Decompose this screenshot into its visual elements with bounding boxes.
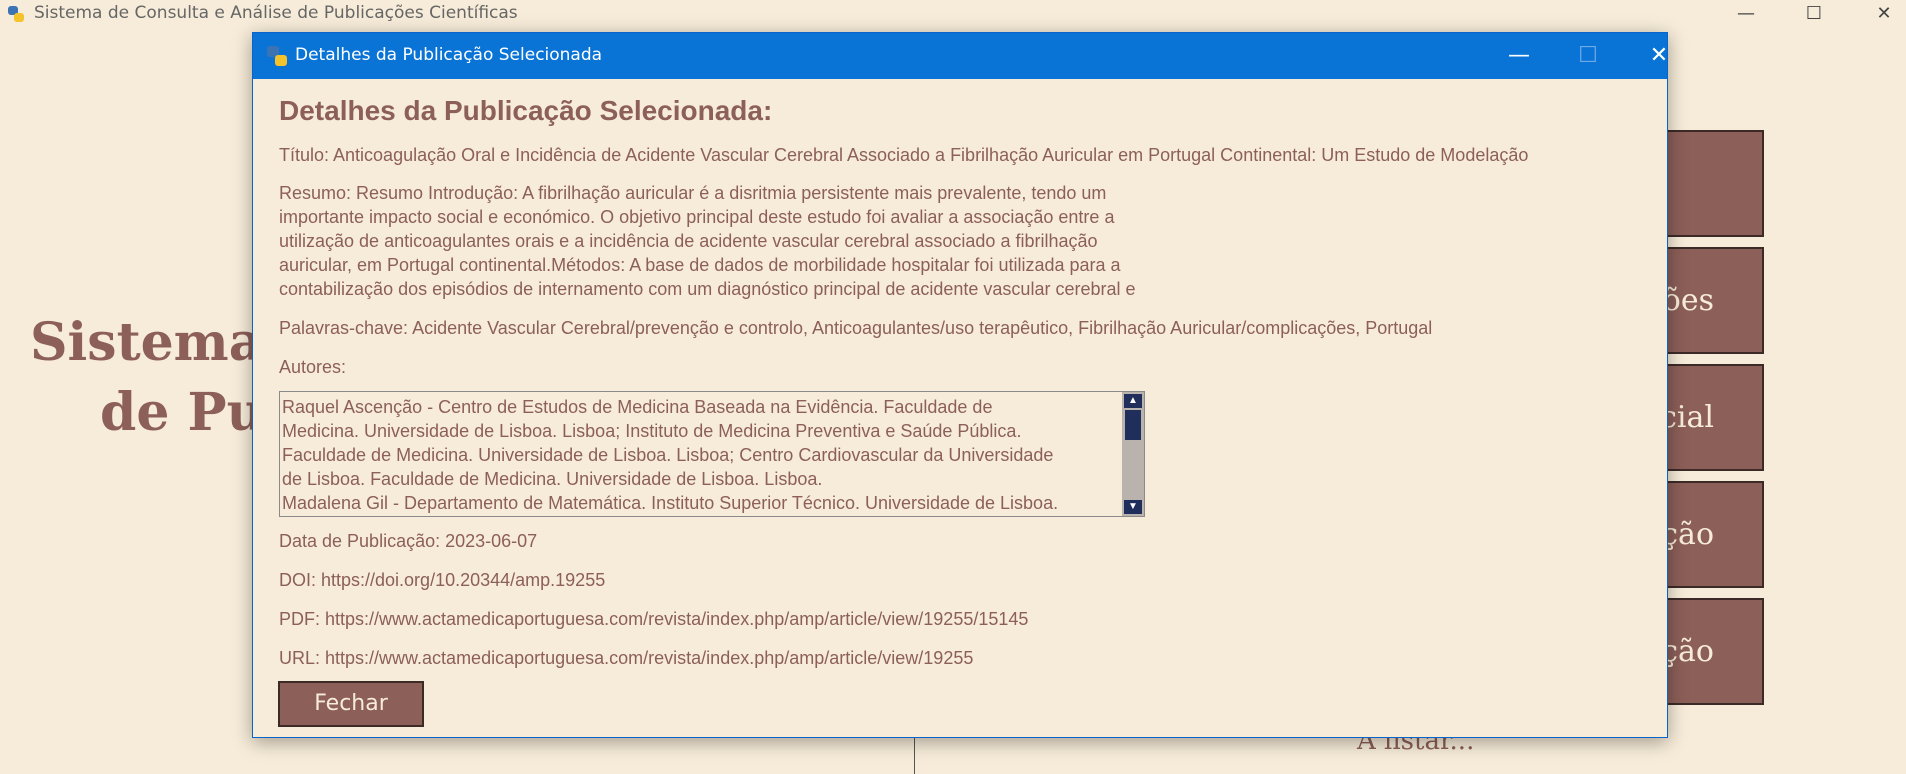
- dialog-titlebar: Detalhes da Publicação Selecionada — ☐ ✕: [253, 33, 1668, 79]
- authors-text: Raquel Ascenção - Centro de Estudos de M…: [282, 397, 1059, 513]
- main-titlebar: Sistema de Consulta e Análise de Publica…: [0, 0, 1906, 28]
- publication-doi: DOI: https://doi.org/10.20344/amp.19255: [279, 570, 606, 590]
- publication-abstract: Resumo: Resumo Introdução: A fibrilhação…: [279, 183, 1136, 299]
- maximize-button[interactable]: ☐: [1794, 2, 1834, 26]
- publication-details-dialog: Detalhes da Publicação Selecionada — ☐ ✕…: [252, 32, 1668, 738]
- publication-url: URL: https://www.actamedicaportuguesa.co…: [279, 648, 974, 668]
- authors-textbox[interactable]: Raquel Ascenção - Centro de Estudos de M…: [279, 391, 1145, 517]
- close-button[interactable]: ✕: [1864, 2, 1904, 26]
- details-heading: Detalhes da Publicação Selecionada:: [279, 95, 773, 126]
- publication-date: Data de Publicação: 2023-06-07: [279, 531, 538, 551]
- divider: [914, 734, 915, 774]
- scroll-thumb[interactable]: [1125, 410, 1141, 440]
- authors-label: Autores:: [279, 357, 347, 377]
- publication-title: Título: Anticoagulação Oral e Incidência…: [279, 145, 1529, 165]
- authors-scrollbar[interactable]: ▲ ▼: [1122, 392, 1144, 516]
- python-icon: [8, 6, 24, 22]
- fechar-button[interactable]: Fechar: [278, 681, 424, 727]
- scroll-down-icon[interactable]: ▼: [1124, 500, 1142, 514]
- dialog-title: Detalhes da Publicação Selecionada: [295, 45, 603, 65]
- publication-pdf: PDF: https://www.actamedicaportuguesa.co…: [279, 609, 1029, 629]
- minimize-button[interactable]: —: [1726, 2, 1766, 26]
- dialog-minimize-button[interactable]: —: [1493, 33, 1545, 79]
- python-icon: [267, 46, 287, 66]
- scroll-up-icon[interactable]: ▲: [1124, 394, 1142, 408]
- dialog-maximize-button: ☐: [1578, 43, 1598, 68]
- dialog-close-button[interactable]: ✕: [1633, 33, 1685, 79]
- main-window-title: Sistema de Consulta e Análise de Publica…: [34, 3, 518, 23]
- publication-keywords: Palavras-chave: Acidente Vascular Cerebr…: [279, 318, 1433, 338]
